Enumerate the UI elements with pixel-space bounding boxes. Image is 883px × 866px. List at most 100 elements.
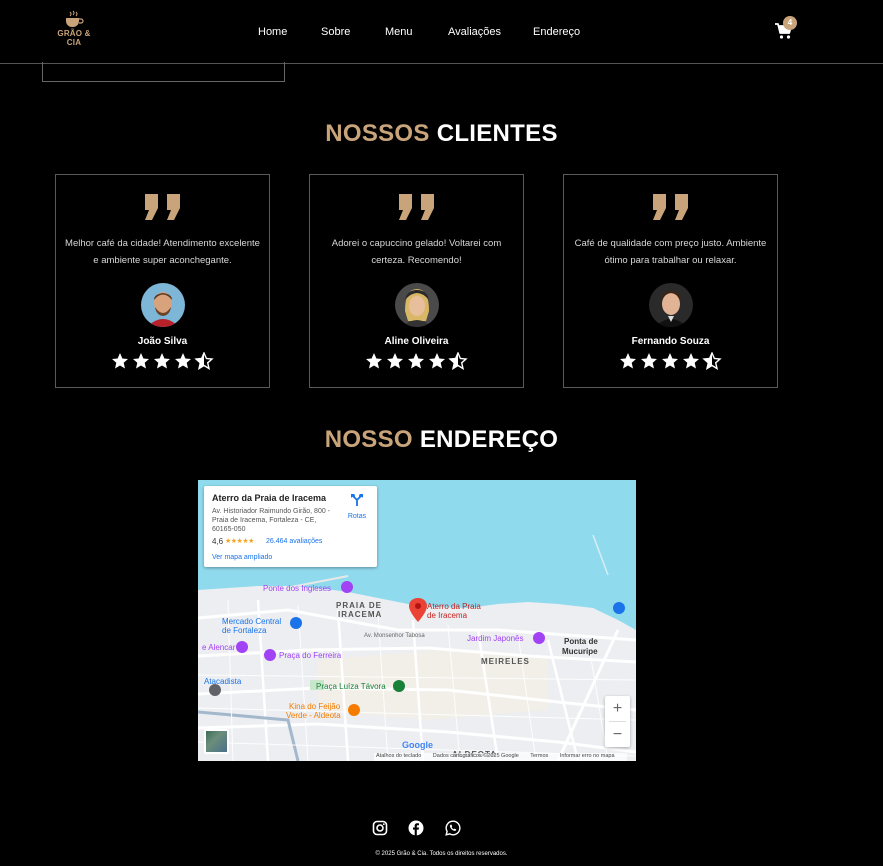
map-label: Av. Monsenhor Tabosa (364, 633, 425, 639)
testimonial-card: Adorei o capuccino gelado! Voltarei com … (309, 174, 524, 388)
star-icon (365, 353, 382, 369)
star-icon (111, 353, 128, 369)
view-larger-map-link[interactable]: Ver mapa ampliado (212, 554, 272, 561)
poi-marker-icon (264, 649, 276, 661)
map-label: Aterro da Praia (427, 602, 481, 611)
embedded-map[interactable]: Ponte dos Ingleses PRAIA DE IRACEMA Ater… (198, 480, 636, 761)
map-label: Praça Luíza Távora (316, 682, 386, 691)
clients-title-accent: NOSSOS (325, 120, 430, 147)
star-half-icon (193, 352, 214, 370)
terms-link[interactable]: Termos (530, 753, 548, 759)
quote-icon (144, 194, 180, 220)
poi-marker-icon (533, 632, 545, 644)
restaurant-marker-icon (348, 704, 360, 716)
poi-marker-icon (236, 641, 248, 653)
quote-icon (652, 194, 688, 220)
testimonial-text: Café de qualidade com preço justo. Ambie… (574, 238, 767, 266)
directions-icon (351, 494, 363, 506)
map-label: Ponta de (564, 637, 598, 646)
star-icon (386, 353, 403, 369)
map-data-attribution: Dados cartográficos ©2025 Google (432, 753, 519, 759)
map-label: Mucuripe (562, 647, 598, 656)
map-label: MEIRELES (481, 657, 530, 666)
map-label: Mercado Central (222, 617, 282, 626)
google-logo: Google (402, 740, 433, 750)
place-name: Aterro da Praia de Iracema (212, 493, 327, 503)
cart-count-badge: 4 (783, 16, 797, 30)
star-icon (428, 353, 445, 369)
star-icon (619, 353, 636, 369)
star-icon (174, 353, 191, 369)
map-label: IRACEMA (338, 610, 383, 619)
address-title-accent: NOSSO (324, 426, 413, 453)
testimonial-text: Melhor café da cidade! Atendimento excel… (65, 238, 260, 266)
clients-title-main: CLIENTES (436, 120, 558, 147)
place-reviews-link[interactable]: 26.464 avaliações (266, 538, 322, 545)
previous-section-card (42, 62, 285, 82)
star-icon (407, 353, 424, 369)
clients-title: NOSSOS CLIENTES (0, 120, 883, 148)
map-label: Ponte dos Ingleses (263, 584, 332, 593)
report-error-link[interactable]: Informar erro no mapa (560, 753, 615, 759)
nav-avaliacoes[interactable]: Avaliações (448, 24, 501, 40)
star-half-icon (447, 352, 468, 370)
place-address: Av. Historiador Raimundo Girão, 800 - Pr… (212, 508, 331, 533)
directions-button[interactable]: Rotas (344, 493, 370, 520)
nav-menu[interactable]: Menu (385, 24, 413, 40)
copyright-text: © 2025 Grão & Cia. Todos os direitos res… (375, 851, 508, 857)
testimonial-card: Melhor café da cidade! Atendimento excel… (55, 174, 270, 388)
zoom-out-button[interactable]: − (605, 722, 630, 747)
avatar (648, 283, 693, 327)
place-rating: 4,6 (212, 537, 224, 546)
avatar (140, 283, 185, 327)
star-icon (153, 353, 170, 369)
map-label: de Iracema (427, 611, 468, 620)
nav-sobre[interactable]: Sobre (321, 24, 350, 40)
main-nav: Home Sobre Menu Avaliações Endereço (0, 24, 883, 40)
avatar (394, 283, 439, 327)
map-label: de Fortaleza (222, 626, 267, 635)
place-info-card: Aterro da Praia de Iracema Av. Historiad… (204, 486, 377, 567)
keyboard-shortcuts-link[interactable]: Atalhos do teclado (376, 753, 421, 759)
directions-label: Rotas (347, 513, 367, 520)
address-title: NOSSO ENDEREÇO (0, 426, 883, 454)
testimonial-name: Aline Oliveira (384, 336, 449, 347)
map-label: Atacadista (204, 677, 242, 686)
star-icon (132, 353, 149, 369)
star-half-icon (701, 352, 722, 370)
poi-marker-icon (341, 581, 353, 593)
map-label: Praça do Ferreira (279, 651, 342, 660)
star-icon (661, 353, 678, 369)
map-label: e Alencar (202, 643, 236, 652)
nav-home[interactable]: Home (258, 24, 287, 40)
map-attribution: Atalhos do teclado Dados cartográficos ©… (374, 753, 627, 761)
shopping-marker-icon (613, 602, 625, 614)
zoom-controls: + − (605, 696, 630, 747)
map-label: Kina do Feijão (289, 702, 341, 711)
facebook-icon[interactable] (408, 820, 424, 836)
star-icon (682, 353, 699, 369)
testimonial-card: Café de qualidade com preço justo. Ambie… (563, 174, 778, 388)
rating-stars (111, 352, 214, 370)
place-rating-stars: ★★★★★ (225, 538, 254, 545)
testimonial-text: Adorei o capuccino gelado! Voltarei com … (331, 238, 502, 266)
site-header: GRÃO & CIA Home Sobre Menu Avaliações En… (0, 0, 883, 64)
star-icon (640, 353, 657, 369)
whatsapp-icon[interactable] (445, 820, 461, 836)
map-label: Verde - Aldeota (286, 711, 341, 720)
zoom-in-button[interactable]: + (605, 696, 630, 721)
map-label: PRAIA DE (336, 601, 382, 610)
rating-stars (619, 352, 722, 370)
instagram-icon[interactable] (372, 820, 388, 836)
testimonial-name: João Silva (137, 336, 188, 347)
nav-endereco[interactable]: Endereço (533, 24, 580, 40)
park-marker-icon (393, 680, 405, 692)
address-title-main: ENDEREÇO (419, 426, 559, 453)
rating-stars (365, 352, 468, 370)
map-label: Jardim Japonês (467, 634, 524, 643)
google-logo-text: Google (402, 740, 433, 750)
testimonial-name: Fernando Souza (631, 336, 710, 347)
satellite-toggle[interactable] (204, 729, 229, 754)
shopping-marker-icon (290, 617, 302, 629)
quote-icon (398, 194, 434, 220)
